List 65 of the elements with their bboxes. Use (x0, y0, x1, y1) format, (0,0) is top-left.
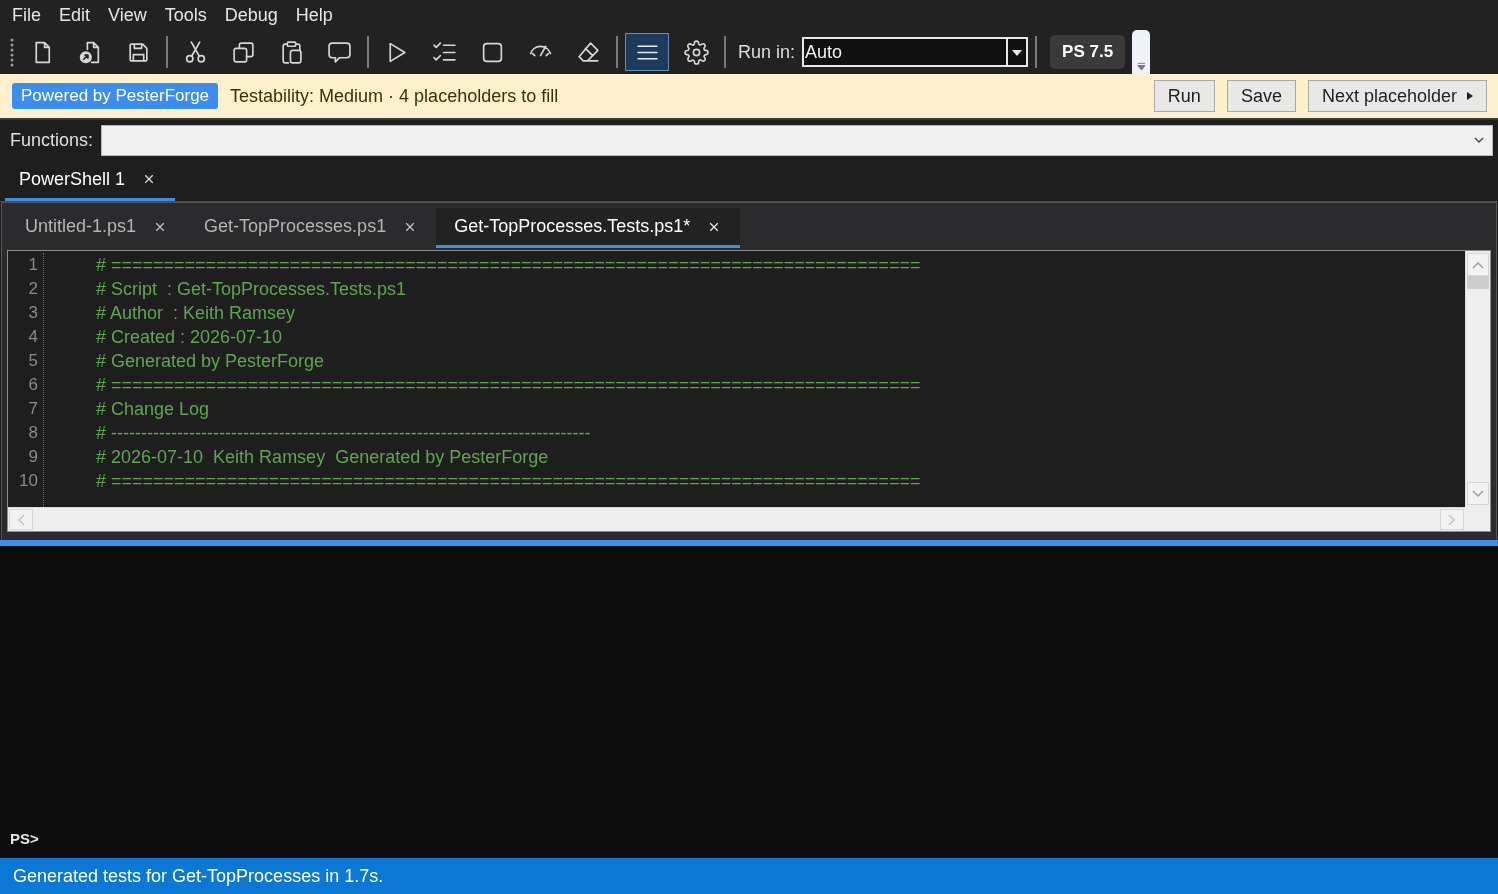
code-line: # Author : Keith Ramsey (96, 303, 296, 323)
menu-item[interactable]: Debug (215, 4, 287, 26)
line-number: 3 (27, 302, 38, 324)
code-line: # ============================================================================= (96, 375, 921, 395)
vertical-scrollbar[interactable] (1465, 251, 1490, 507)
menu-item[interactable]: File (3, 4, 50, 26)
version-badge: PS 7.5 (1050, 35, 1126, 69)
clipboard-icon (279, 39, 304, 65)
chevron-down-icon (1472, 489, 1484, 498)
menu-item[interactable]: Help (286, 4, 342, 26)
caret-right-icon (1467, 92, 1473, 100)
run-in-select[interactable]: Auto (802, 37, 1029, 67)
scrollbar-thumb[interactable] (1467, 276, 1489, 289)
powered-by-badge: Powered by PesterForge (12, 83, 219, 109)
line-number: 5 (27, 350, 38, 372)
chevron-left-icon (17, 513, 25, 526)
toggle-pane-button[interactable] (625, 33, 669, 71)
close-icon[interactable] (708, 220, 721, 233)
banner-button[interactable]: Run (1153, 80, 1215, 112)
chevron-up-icon (1472, 260, 1484, 269)
code-line: # Change Log (96, 399, 210, 419)
close-icon[interactable] (154, 220, 167, 233)
run-in-label: Run in: (738, 41, 796, 63)
testability-message: Testability: Medium · 4 placeholders to fill (230, 85, 559, 107)
toolbar-overflow-button[interactable] (1132, 30, 1151, 74)
console-pane[interactable]: PS> (0, 546, 1498, 858)
functions-select[interactable] (101, 124, 1493, 156)
code-line: # Generated by PesterForge (96, 351, 325, 371)
code-line: # Created : 2026-07-10 (96, 327, 283, 347)
code-line: # Script : Get-TopProcesses.Tests.ps1 (96, 279, 407, 299)
line-number: 8 (27, 422, 38, 444)
line-number: 10 (18, 470, 38, 492)
line-number: 6 (27, 374, 38, 396)
close-icon[interactable] (404, 220, 417, 233)
line-number: 9 (27, 446, 38, 468)
speech-bubble-icon (327, 39, 352, 65)
copy-icon (231, 39, 256, 65)
eraser-icon (576, 39, 601, 65)
line-number: 7 (27, 398, 38, 420)
overflow-arrow-icon (1136, 62, 1146, 71)
console-prompt: PS> (10, 830, 39, 847)
scissors-icon (183, 39, 208, 65)
line-number: 1 (27, 254, 38, 276)
file-tab[interactable]: Get-TopProcesses.Tests.ps1* (436, 208, 741, 248)
code-line: # ============================================================================= (96, 471, 921, 491)
menu-item[interactable]: View (99, 4, 156, 26)
banner-button[interactable]: Save (1226, 80, 1296, 112)
code-line: # 2026-07-10 Keith Ramsey Generated by PesterForge (96, 447, 549, 467)
close-icon[interactable] (143, 173, 156, 185)
next-placeholder-button[interactable]: Next placeholder (1307, 80, 1487, 112)
code-line: # -------------------------------------------------------------------------------- (96, 423, 591, 443)
settings-icon (684, 39, 709, 65)
menu-item[interactable]: Tools (155, 4, 216, 26)
file-tab[interactable]: Get-TopProcesses.ps1 (186, 208, 437, 248)
status-text: Generated tests for Get-TopProcesses in 1.7s. (13, 865, 384, 887)
functions-label: Functions: (10, 129, 94, 151)
file-tab[interactable]: Untitled-1.ps1 (7, 208, 187, 248)
code-editor[interactable] (8, 251, 1465, 507)
line-number: 4 (27, 326, 38, 348)
grip-icon[interactable] (9, 37, 15, 67)
code-line: # ============================================================================= (96, 255, 921, 275)
chevron-right-icon (1448, 513, 1456, 526)
chevron-down-icon (1474, 137, 1484, 143)
line-number: 2 (27, 278, 38, 300)
menu-item[interactable]: Edit (50, 4, 100, 26)
